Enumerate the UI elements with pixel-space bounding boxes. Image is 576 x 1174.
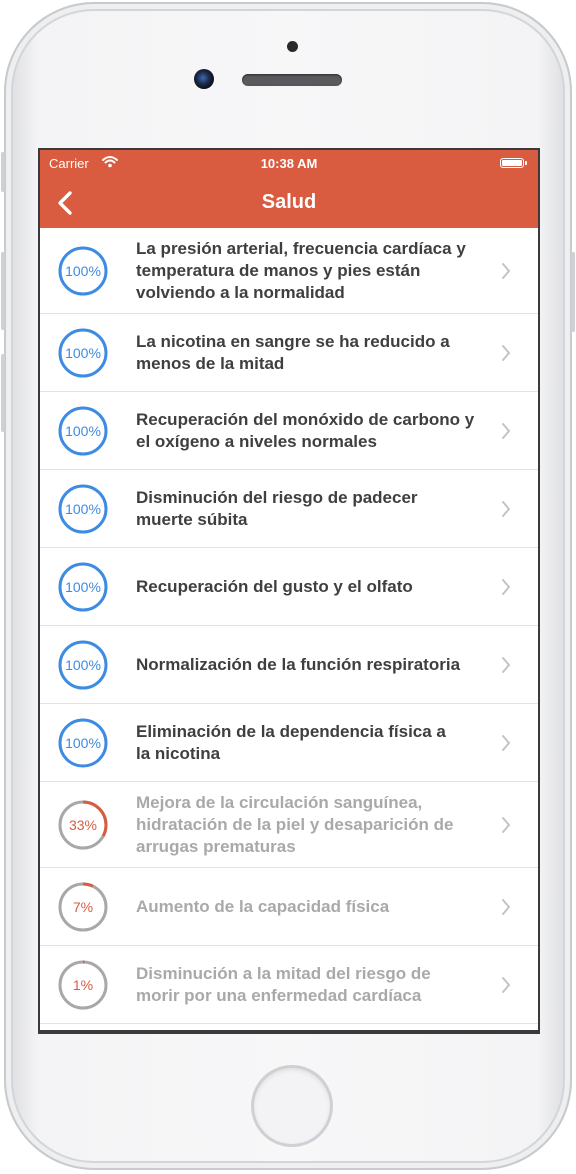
goal-description-line: Mejora de la circulación sanguínea, <box>136 793 423 812</box>
chevron-right-icon <box>500 815 512 835</box>
navigation-header: Carrier 10:38 AM Salud <box>40 150 538 228</box>
home-button[interactable] <box>254 1068 330 1144</box>
progress-percent: 100% <box>65 263 101 279</box>
goal-row[interactable]: 1% Disminución a la mitad del riesgo de mo… <box>40 946 538 1024</box>
progress-ring: 100% <box>58 328 108 378</box>
status-bar: Carrier 10:38 AM <box>40 150 538 178</box>
chevron-right-icon <box>500 577 512 597</box>
goal-description-line: la nicotina <box>136 744 221 763</box>
progress-percent: 100% <box>65 735 101 751</box>
volume-up-button <box>1 252 5 330</box>
screen: Carrier 10:38 AM Salud 100% La presión a… <box>38 148 540 1034</box>
volume-down-button <box>1 354 5 432</box>
goal-description-line: menos de la mitad <box>136 354 285 373</box>
power-button <box>571 252 575 332</box>
goal-description-line: Recuperación del gusto y el olfato <box>136 577 413 596</box>
progress-ring: 100% <box>58 718 108 768</box>
goal-description-line: volviendo a la normalidad <box>136 283 345 302</box>
goal-description: Disminución del riesgo de padecer muerte … <box>136 487 496 531</box>
goal-row[interactable]: 100% La presión arterial, frecuencia card… <box>40 228 538 314</box>
progress-ring: 100% <box>58 562 108 612</box>
goal-row[interactable]: 100% Recuperación del monóxido de carbono… <box>40 392 538 470</box>
goal-row[interactable]: 100% Recuperación del gusto y el olfato <box>40 548 538 626</box>
chevron-right-icon <box>500 343 512 363</box>
progress-ring: 7% <box>58 882 108 932</box>
progress-ring: 100% <box>58 640 108 690</box>
progress-ring: 33% <box>58 800 108 850</box>
progress-percent: 100% <box>65 423 101 439</box>
progress-ring: 1% <box>58 960 108 1010</box>
progress-percent: 100% <box>65 345 101 361</box>
goal-description: Aumento de la capacidad física <box>136 896 496 918</box>
progress-percent: 1% <box>72 977 94 993</box>
goal-description-line: La presión arterial, frecuencia cardíaca… <box>136 239 466 258</box>
chevron-right-icon <box>500 655 512 675</box>
goal-description-line: el oxígeno a niveles normales <box>136 432 377 451</box>
goal-description-line: Eliminación de la dependencia física a <box>136 722 446 741</box>
goal-description-line: Disminución del riesgo de padecer <box>136 488 418 507</box>
chevron-right-icon <box>500 733 512 753</box>
chevron-right-icon <box>500 261 512 281</box>
progress-ring: 100% <box>58 246 108 296</box>
proximity-sensor <box>287 41 298 52</box>
progress-percent: 7% <box>72 899 94 915</box>
goal-row[interactable]: 100% La nicotina en sangre se ha reducido… <box>40 314 538 392</box>
goal-description-line: Aumento de la capacidad física <box>136 897 390 916</box>
goal-description: Recuperación del monóxido de carbono y el… <box>136 409 496 453</box>
goal-description-line: Normalización de la función respiratoria <box>136 655 461 674</box>
chevron-right-icon <box>500 897 512 917</box>
progress-ring: 100% <box>58 484 108 534</box>
progress-ring: 100% <box>58 406 108 456</box>
goal-row[interactable]: 33% Mejora de la circulación sanguínea, hi… <box>40 782 538 868</box>
goal-description-line: hidratación de la piel y desaparición de <box>136 815 454 834</box>
goal-description: La nicotina en sangre se ha reducido a me… <box>136 331 496 375</box>
health-goals-list: 100% La presión arterial, frecuencia card… <box>40 228 538 1024</box>
goal-description: Recuperación del gusto y el olfato <box>136 576 496 598</box>
app-screen: Carrier 10:38 AM Salud 100% La presión a… <box>40 150 538 1030</box>
mute-switch <box>1 152 5 192</box>
goal-description: Eliminación de la dependencia física a la… <box>136 721 496 765</box>
progress-percent: 100% <box>65 579 101 595</box>
earpiece-speaker <box>242 74 342 86</box>
goal-description: Normalización de la función respiratoria <box>136 654 496 676</box>
battery-icon <box>500 158 527 168</box>
status-time: 10:38 AM <box>260 156 318 171</box>
goal-description-line: temperatura de manos y pies están <box>136 261 421 280</box>
progress-percent: 100% <box>65 657 101 673</box>
goal-row[interactable]: 100% Disminución del riesgo de padecer mue… <box>40 470 538 548</box>
page-title: Salud <box>261 191 317 213</box>
front-camera <box>194 69 214 89</box>
goal-description-line: morir por una enfermedad cardíaca <box>136 986 422 1005</box>
goal-description: La presión arterial, frecuencia cardíaca… <box>136 238 496 304</box>
chevron-right-icon <box>500 421 512 441</box>
goal-description-line: Disminución a la mitad del riesgo de <box>136 964 431 983</box>
chevron-right-icon <box>500 499 512 519</box>
goal-description-line: muerte súbita <box>136 510 248 529</box>
goal-row[interactable]: 7% Aumento de la capacidad física <box>40 868 538 946</box>
goal-description-line: Recuperación del monóxido de carbono y <box>136 410 475 429</box>
progress-percent: 33% <box>68 817 98 833</box>
progress-percent: 100% <box>65 501 101 517</box>
goal-row[interactable]: 100% Normalización de la función respirat… <box>40 626 538 704</box>
chevron-right-icon <box>500 975 512 995</box>
goal-description-line: arrugas prematuras <box>136 837 296 856</box>
goal-description: Mejora de la circulación sanguínea, hidra… <box>136 792 496 858</box>
goal-description-line: La nicotina en sangre se ha reducido a <box>136 332 450 351</box>
goal-row[interactable]: 100% Eliminación de la dependencia física… <box>40 704 538 782</box>
goal-description: Disminución a la mitad del riesgo de mori… <box>136 963 496 1007</box>
